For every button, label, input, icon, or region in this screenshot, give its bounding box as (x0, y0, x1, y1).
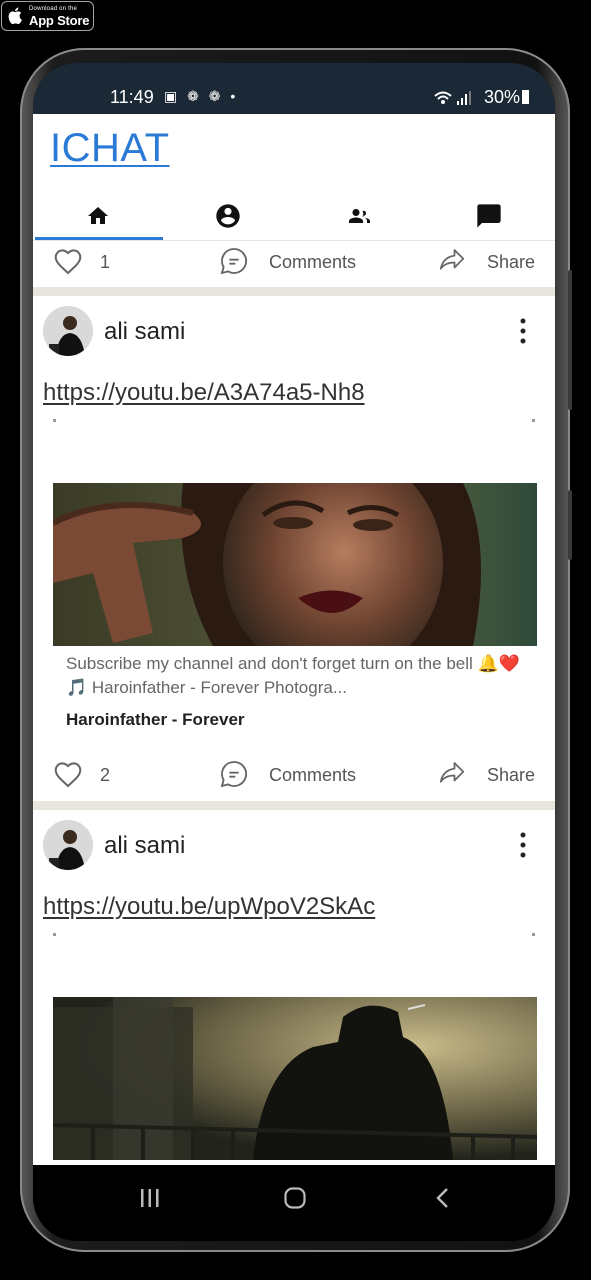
app-content: ICHAT 1 Comments Share ali sami https://… (33, 114, 555, 1165)
share-button[interactable]: Share (487, 252, 535, 273)
tab-friends[interactable] (294, 189, 424, 243)
comment-icon[interactable] (218, 758, 250, 790)
comment-icon[interactable] (218, 245, 250, 277)
tab-profile[interactable] (163, 189, 293, 243)
tab-bar (33, 189, 555, 243)
wifi-signal-icon (434, 91, 471, 105)
card-corner (532, 419, 535, 422)
back-icon[interactable] (433, 1187, 453, 1209)
heart-icon[interactable] (51, 245, 85, 275)
preview-image (53, 997, 537, 1160)
link-preview-card[interactable] (53, 483, 537, 646)
tab-messages[interactable] (424, 189, 554, 243)
avatar[interactable] (43, 306, 93, 356)
share-icon[interactable] (436, 758, 468, 788)
badge-line2: App Store (29, 13, 90, 28)
tab-home[interactable] (33, 189, 163, 243)
volume-button (568, 270, 572, 410)
like-count: 2 (100, 765, 111, 785)
post-separator (33, 801, 555, 810)
system-nav-bar (33, 1165, 555, 1241)
heart-icon[interactable] (51, 758, 85, 788)
preview-description: Subscribe my channel and don't forget tu… (66, 654, 520, 697)
notification-icons: ▣ ❁ ❁ • (164, 88, 239, 104)
feed: 1 Comments Share ali sami https://youtu.… (33, 241, 555, 1165)
account-circle-icon (216, 204, 240, 228)
more-vert-icon[interactable] (513, 316, 533, 346)
post-link[interactable]: https://youtu.be/upWpoV2SkAc (43, 893, 375, 921)
badge-line1: Download on the (29, 6, 78, 12)
battery-percent: 30% (483, 87, 520, 107)
people-icon (349, 209, 370, 223)
battery-icon (522, 90, 529, 104)
post-actions: 2 Comments Share (33, 754, 555, 798)
preview-title: Haroinfather - Forever (66, 710, 245, 729)
battery-level: 30% (484, 87, 529, 108)
post-author[interactable]: ali sami (104, 832, 185, 860)
app-logo[interactable]: ICHAT (50, 126, 170, 171)
avatar[interactable] (43, 820, 93, 870)
more-vert-icon[interactable] (513, 830, 533, 860)
comments-button[interactable]: Comments (269, 765, 356, 786)
post-author[interactable]: ali sami (104, 318, 185, 346)
share-icon[interactable] (436, 245, 468, 275)
like-count: 1 (100, 252, 111, 272)
post-separator (33, 287, 555, 296)
app-store-badge[interactable]: Download on the App Store (1, 1, 94, 31)
status-bar: 11:49 ▣ ❁ ❁ • 30% (33, 63, 555, 114)
card-corner (53, 933, 56, 936)
card-corner (532, 933, 535, 936)
phone-screen: 11:49 ▣ ❁ ❁ • 30% ICHAT 1 Comments Share… (33, 63, 555, 1241)
preview-image (53, 483, 537, 646)
status-time: 11:49 (110, 87, 154, 107)
post-actions: 1 Comments Share (33, 241, 555, 285)
recents-icon[interactable] (139, 1187, 161, 1209)
post-header: ali sami (33, 302, 555, 362)
link-preview-card[interactable] (53, 997, 537, 1160)
share-button[interactable]: Share (487, 765, 535, 786)
comments-button[interactable]: Comments (269, 252, 356, 273)
power-button (568, 490, 572, 560)
apple-logo-icon (8, 7, 22, 24)
post-link[interactable]: https://youtu.be/A3A74a5-Nh8 (43, 379, 365, 407)
home-button-icon[interactable] (283, 1186, 307, 1210)
home-icon (88, 207, 108, 224)
card-corner (53, 419, 56, 422)
post-header: ali sami (33, 816, 555, 876)
chat-icon (477, 204, 501, 228)
